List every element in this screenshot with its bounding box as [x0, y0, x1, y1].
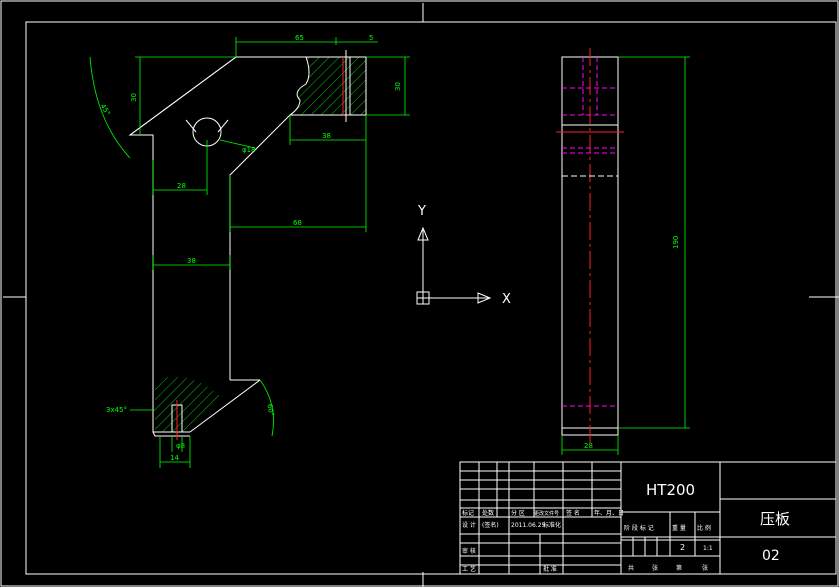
- dim-phi18: φ18: [242, 146, 256, 154]
- dim-38-top: 38: [322, 132, 331, 140]
- dim-68: 68: [293, 219, 302, 227]
- dim-5: 5: [369, 34, 373, 42]
- sheet-unit-2: 张: [702, 564, 708, 572]
- sheet-border: [0, 0, 839, 587]
- dim-28-side: 28: [584, 442, 593, 450]
- bottom-section-hatch: [155, 376, 222, 432]
- dim-190: 190: [672, 236, 680, 249]
- title-block: 标记 处数 分 区 更改文件号 签 名 年、月、日 设 计 (签名) 2011.…: [459, 461, 837, 575]
- row-std: 标准化: [543, 521, 561, 529]
- dim-38-mid: 38: [187, 257, 196, 265]
- scale-value: 1:1: [703, 545, 713, 552]
- dim-28: 28: [177, 182, 186, 190]
- scale-label: 比 例: [697, 524, 711, 532]
- ucs-y-label: Y: [417, 204, 426, 219]
- review-label: 审 核: [462, 547, 476, 555]
- drawing-no: 02: [762, 548, 780, 564]
- approve-label: 批 准: [543, 565, 557, 573]
- hdr-count: 处数: [482, 509, 494, 517]
- quantity-value: 2: [680, 543, 685, 552]
- sheet-no-label: 第: [676, 564, 682, 572]
- dim-45: 45°: [99, 103, 112, 118]
- dim-65: 65: [295, 34, 304, 42]
- sheet-total-label: 共: [628, 564, 634, 572]
- material-text: HT200: [646, 481, 695, 499]
- dim-60: 60°: [265, 403, 275, 417]
- hdr-mark: 标记: [462, 509, 474, 517]
- dim-30-left: 30: [130, 93, 138, 102]
- hdr-change: 更改文件号: [534, 510, 559, 517]
- hdr-date: 年、月、日: [594, 509, 624, 517]
- top-section-hatch: [290, 57, 366, 115]
- row-designer: (签名): [482, 521, 499, 529]
- dim-30-right: 30: [394, 82, 402, 91]
- hdr-sign: 签 名: [566, 509, 580, 517]
- cad-drawing: 65 5 30 30 45° 38 φ18 28 68 38 3x45° 60°…: [0, 0, 839, 587]
- process-label: 工 艺: [462, 565, 476, 573]
- dim-14: 14: [170, 454, 179, 462]
- stage-label: 阶 段 标 记: [624, 524, 654, 532]
- part-name: 压板: [760, 510, 790, 528]
- side-dimensions: 190 28: [561, 56, 690, 455]
- dim-chamfer: 3x45°: [106, 406, 127, 414]
- ucs-x-label: X: [502, 292, 511, 307]
- weight-label: 重 量: [672, 524, 686, 532]
- row-design: 设 计: [462, 521, 476, 529]
- row-date: 2011.06.25: [511, 522, 546, 529]
- front-view: [128, 50, 367, 440]
- hdr-zone: 分 区: [511, 509, 525, 517]
- ucs-icon: Y X: [416, 204, 511, 307]
- side-view: [556, 48, 624, 445]
- dim-phi8: φ8: [176, 442, 185, 450]
- sheet-unit-1: 张: [652, 564, 658, 572]
